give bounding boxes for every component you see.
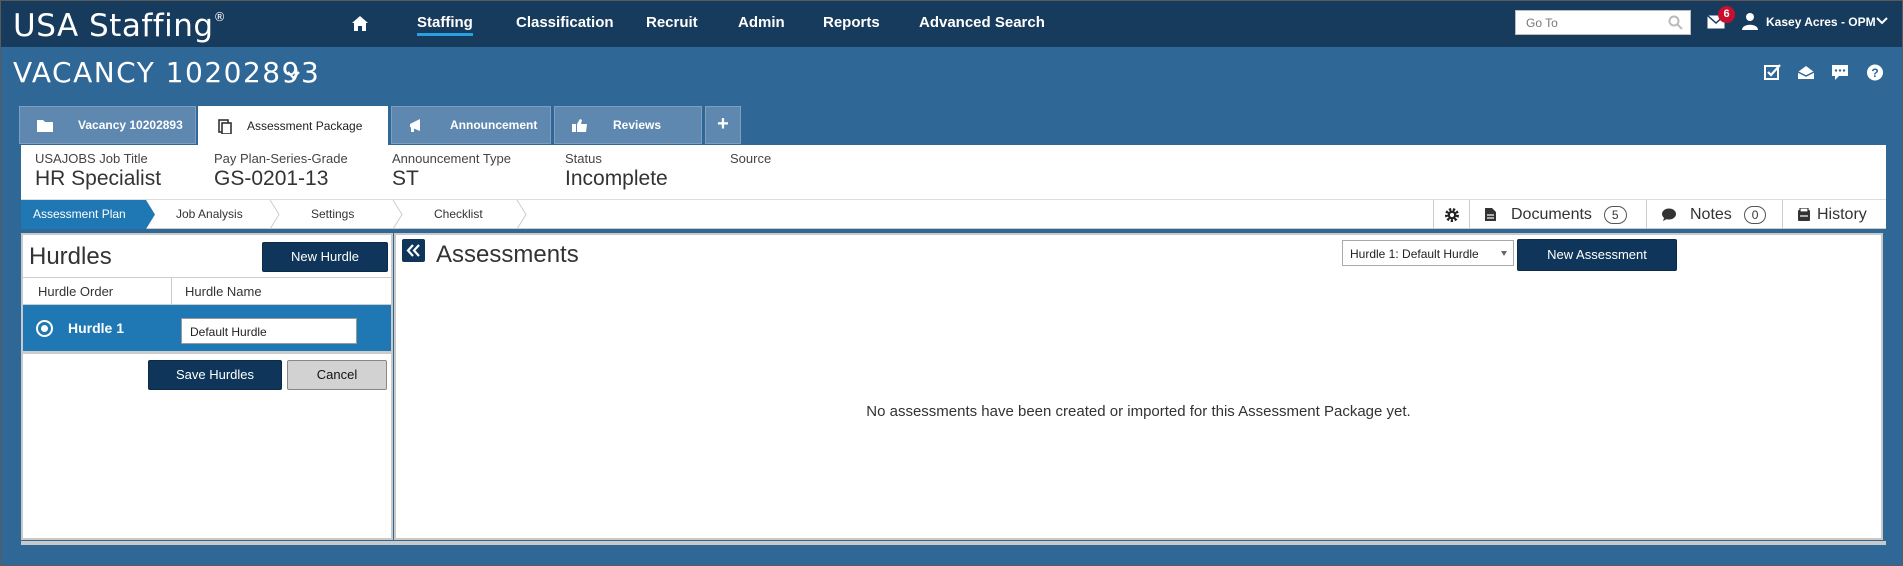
double-chevron-left-icon — [406, 244, 420, 257]
col-hurdle-name[interactable]: Hurdle Name — [185, 284, 262, 299]
divider — [23, 351, 391, 354]
user-icon[interactable] — [1742, 12, 1758, 30]
megaphone-icon — [410, 118, 420, 132]
home-icon[interactable] — [351, 15, 369, 32]
dropdown-arrow-icon — [1501, 251, 1507, 256]
notes-count: 0 — [1743, 205, 1767, 224]
gear-icon — [1444, 207, 1459, 222]
notes-label: Notes — [1690, 205, 1732, 223]
step-checklist[interactable]: Checklist — [434, 200, 483, 229]
nav-reports[interactable]: Reports — [823, 14, 880, 31]
new-assessment-button[interactable]: New Assessment — [1517, 239, 1677, 271]
step-chevron — [269, 200, 280, 229]
column-divider — [171, 278, 172, 305]
tab-label: Assessment Package — [247, 119, 363, 133]
tab-assessment-package[interactable]: Assessment Package — [198, 106, 388, 146]
vacancy-info-strip: USAJOBS Job Title HR Specialist Pay Plan… — [21, 145, 1886, 199]
step-job-analysis[interactable]: Job Analysis — [176, 200, 243, 229]
history-icon — [1798, 207, 1810, 221]
grade-value: GS-0201-13 — [214, 167, 329, 190]
documents-icon — [218, 118, 232, 134]
assessments-title: Assessments — [436, 241, 579, 268]
usa-staffing-logo[interactable]: USA Staffing® — [13, 8, 226, 44]
tab-vacancy[interactable]: Vacancy 10202893 — [19, 106, 196, 144]
checklist-icon[interactable] — [1764, 64, 1782, 81]
tab-label: Vacancy 10202893 — [78, 118, 183, 132]
assessments-panel: Assessments Hurdle 1: Default Hurdle New… — [394, 233, 1883, 540]
field-pay-plan: Pay Plan-Series-Grade GS-0201-13 — [214, 151, 348, 190]
tab-announcement[interactable]: Announcement — [391, 106, 551, 144]
new-hurdle-button[interactable]: New Hurdle — [262, 242, 388, 272]
search-icon[interactable] — [1668, 15, 1683, 30]
step-chevron — [392, 200, 403, 229]
user-name[interactable]: Kasey Acres - OPM — [1766, 15, 1876, 29]
goto-search-input[interactable]: Go To — [1515, 10, 1691, 35]
field-announcement-type: Announcement Type ST — [392, 151, 512, 190]
documents-label: Documents — [1511, 205, 1592, 223]
collapse-panel-button[interactable] — [402, 239, 425, 262]
folder-icon — [37, 119, 53, 132]
field-status: Status Incomplete — [565, 151, 668, 190]
tab-label: Reviews — [613, 118, 662, 132]
field-source: Source — [730, 151, 772, 166]
step-settings[interactable]: Settings — [311, 200, 354, 229]
nav-classification[interactable]: Classification — [516, 14, 614, 31]
comment-icon — [1662, 208, 1676, 221]
empty-state-message: No assessments have been created or impo… — [866, 403, 1411, 420]
nav-staffing[interactable]: Staffing — [417, 14, 473, 36]
chevron-down-icon[interactable] — [1876, 16, 1888, 26]
vacancy-menu-chevron-icon[interactable] — [287, 70, 300, 80]
settings-tool[interactable] — [1433, 200, 1469, 229]
help-icon[interactable]: ? — [1866, 64, 1884, 81]
hurdles-title: Hurdles — [29, 243, 112, 270]
hurdle-select-value: Hurdle 1: Default Hurdle — [1350, 247, 1479, 261]
job-title-value: HR Specialist — [35, 167, 162, 190]
field-job-title: USAJOBS Job Title HR Specialist — [35, 151, 162, 190]
goto-placeholder: Go To — [1526, 16, 1558, 30]
nav-recruit[interactable]: Recruit — [646, 14, 698, 31]
step-navigation: Assessment Plan Job Analysis Settings Ch… — [21, 199, 1886, 229]
hurdle-name-input[interactable]: Default Hurdle — [181, 318, 357, 344]
panel-bottom-border — [21, 541, 1886, 545]
hurdle-row[interactable]: Hurdle 1 Default Hurdle — [23, 305, 391, 351]
cancel-button[interactable]: Cancel — [287, 360, 387, 390]
hurdle-radio[interactable] — [36, 320, 53, 337]
status-value: Incomplete — [565, 167, 668, 190]
history-label: History — [1817, 205, 1867, 223]
hurdles-panel: Hurdles New Hurdle Hurdle Order Hurdle N… — [21, 233, 393, 540]
document-icon — [1485, 208, 1496, 221]
col-hurdle-order[interactable]: Hurdle Order — [38, 284, 113, 299]
step-chevron — [516, 200, 527, 229]
nav-advanced-search[interactable]: Advanced Search — [919, 14, 1045, 31]
step-assessment-plan[interactable]: Assessment Plan — [21, 200, 146, 229]
chat-icon[interactable] — [1831, 64, 1849, 81]
history-tool[interactable]: History — [1782, 200, 1886, 229]
hurdle-order-label: Hurdle 1 — [68, 320, 125, 336]
plus-icon: + — [717, 113, 729, 135]
nav-admin[interactable]: Admin — [738, 14, 785, 31]
documents-count: 5 — [1603, 205, 1627, 224]
documents-tool[interactable]: Documents 5 — [1469, 200, 1646, 229]
notes-tool[interactable]: Notes 0 — [1646, 200, 1782, 229]
save-hurdles-button[interactable]: Save Hurdles — [148, 360, 282, 390]
tab-label: Announcement — [450, 118, 538, 132]
hurdles-table-header: Hurdle Order Hurdle Name — [23, 277, 391, 305]
svg-text:?: ? — [1871, 66, 1878, 80]
tab-reviews[interactable]: Reviews — [554, 106, 702, 144]
add-tab-button[interactable]: + — [705, 106, 741, 144]
hurdle-select[interactable]: Hurdle 1: Default Hurdle — [1342, 240, 1514, 266]
step-chevron — [146, 200, 155, 229]
inbox-icon[interactable] — [1797, 64, 1815, 81]
vacancy-title: VACANCY 10202893 — [13, 56, 321, 89]
top-nav-bar: USA Staffing® Staffing Classification Re… — [0, 0, 1903, 47]
notification-badge: 6 — [1718, 6, 1735, 23]
thumbs-up-icon — [572, 118, 587, 132]
announcement-type-value: ST — [392, 167, 419, 190]
